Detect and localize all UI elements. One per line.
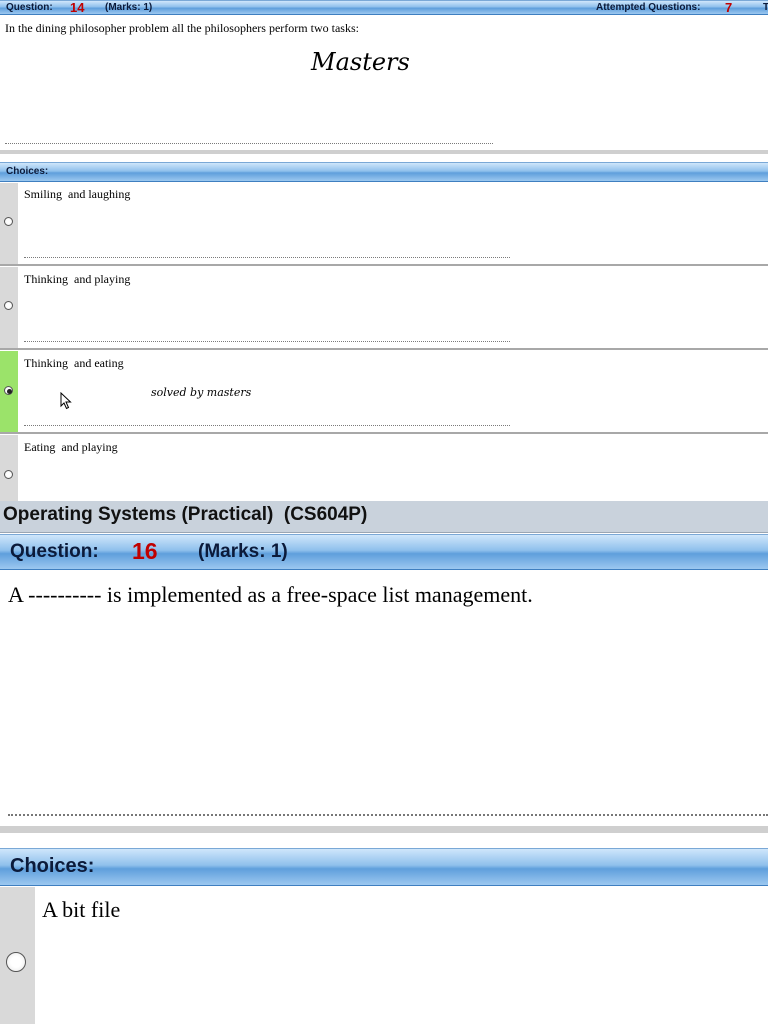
choice-dotted-line [24,341,510,342]
choice-text: Smiling and laughing [24,187,131,201]
choice-text: Thinking and eating [24,356,124,370]
question-header-bar: Question: 14 (Marks: 1) Attempted Questi… [0,0,768,15]
choice-radio-button[interactable] [4,301,13,310]
course-title-bar: Operating Systems (Practical) (CS604P) [0,501,768,533]
choice-row[interactable]: Smiling and laughing [0,183,768,266]
mouse-cursor-icon [60,392,72,410]
choices-header-bar: Choices: [0,848,768,886]
question-number: 16 [132,538,158,564]
choice-row[interactable]: Thinking and playing [0,267,768,350]
attempted-questions-label: Attempted Questions: [596,2,701,13]
choice-radio-button[interactable] [6,952,26,972]
answer-dotted-line [5,143,493,144]
attempted-questions-count: 7 [725,0,733,15]
choice-radio-cell[interactable] [0,267,18,348]
question-text: A ---------- is implemented as a free-sp… [8,582,533,607]
masters-watermark: Masters [311,48,410,76]
answer-dotted-line [8,814,768,816]
choice-radio-cell[interactable] [0,183,18,264]
choices-header-bar: Choices: [0,162,768,182]
question-marks: (Marks: 1) [105,2,153,13]
course-title: Operating Systems (Practical) (CS604P) [3,504,368,525]
truncated-header-label: T [763,2,768,13]
choice-row[interactable]: A bit file [0,887,768,1024]
section-divider [0,826,768,833]
question-label: Question: [10,541,99,562]
choice-row-selected[interactable]: Thinking and eating solved by masters [0,351,768,434]
question-number: 14 [70,0,85,15]
question-marks: (Marks: 1) [198,541,288,562]
choice-radio-cell[interactable] [0,435,18,501]
choices-label: Choices: [10,855,95,877]
choice-text: Eating and playing [24,440,118,454]
choice-radio-button[interactable] [4,217,13,226]
solved-note: solved by masters [151,386,252,399]
section-divider [0,150,768,154]
choice-text: Thinking and playing [24,272,131,286]
choice-radio-cell[interactable] [0,887,35,1024]
choice-row[interactable]: Eating and playing [0,435,768,501]
choice-radio-button[interactable] [4,470,13,479]
choice-radio-cell[interactable] [0,351,18,432]
choice-dotted-line [24,257,510,258]
question-label: Question: [6,2,53,13]
choices-label: Choices: [6,166,49,177]
question-header-bar: Question: 16 (Marks: 1) [0,534,768,570]
question-text: In the dining philosopher problem all th… [5,21,359,35]
choice-text: A bit file [42,897,121,922]
choice-dotted-line [24,425,510,426]
choice-radio-button-checked[interactable] [4,386,13,395]
